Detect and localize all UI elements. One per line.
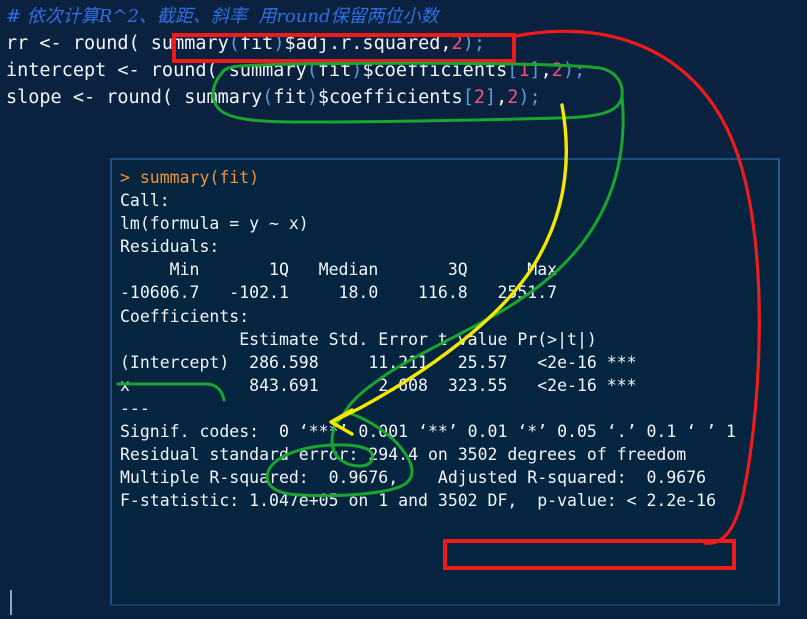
- line-slope-token-10: ): [518, 87, 530, 108]
- line-slope-token-5: [: [462, 87, 474, 108]
- console-output-line: Residual standard error: 294.4 on 3502 d…: [120, 445, 687, 465]
- line-slope-token-4: $coefficients: [317, 87, 463, 108]
- line-slope-token-2: fit: [273, 87, 307, 108]
- line-rr-token-4: $adj.r.squared: [284, 33, 441, 54]
- r-console-pane[interactable]: > summary(fit) Call: lm(formula = y ~ x) Re…: [110, 158, 780, 606]
- line-rr-token-0: rr <- round( summary: [6, 33, 229, 54]
- line-intercept-token-4: $coefficients: [362, 60, 508, 81]
- line-slope-token-1: (: [262, 87, 274, 108]
- code-line-comment[interactable]: # 依次计算R^2、截距、斜率 用round保留两位小数: [6, 3, 807, 30]
- line-rr-token-2: fit: [239, 33, 274, 54]
- code-line-rr[interactable]: rr <- round( summary(fit)$adj.r.squared,…: [6, 30, 807, 57]
- code-line-intercept[interactable]: intercept <- round( summary(fit)$coeffic…: [6, 57, 807, 84]
- console-output-line: Signif. codes: 0 ‘***’ 0.001 ‘**’ 0.01 ‘…: [120, 422, 736, 442]
- console-prompt-line[interactable]: > summary(fit): [120, 166, 778, 189]
- line-slope-token-9: 2: [507, 87, 519, 108]
- text-cursor: [10, 590, 12, 615]
- line-slope-token-3: ): [306, 87, 318, 108]
- line-rr-token-8: ;: [473, 33, 485, 54]
- console-output-line: Min 1Q Median 3Q Max: [120, 260, 558, 280]
- line-rr-token-1: (: [228, 33, 240, 54]
- code-editor-pane[interactable]: # 依次计算R^2、截距、斜率 用round保留两位小数 rr <- round…: [0, 0, 807, 145]
- line-intercept-token-9: 2: [551, 60, 563, 81]
- line-rr-token-5: ,: [440, 33, 452, 54]
- line-intercept-token-7: ]: [529, 60, 541, 81]
- line-rr-token-7: ): [462, 33, 474, 54]
- console-output-line: Residuals:: [120, 237, 220, 257]
- console-output-line: x 843.691 2.608 323.55 <2e-16 ***: [120, 375, 637, 395]
- line-intercept-token-1: (: [306, 60, 318, 81]
- console-output-line: Multiple R-squared: 0.9676, Adjusted R-s…: [120, 468, 707, 488]
- line-intercept-token-10: ): [562, 60, 575, 81]
- console-output-line: F-statistic: 1.047e+05 on 1 and 3502 DF,…: [120, 491, 717, 511]
- line-intercept-token-11: ;: [574, 60, 586, 81]
- line-slope-token-7: ]: [484, 87, 497, 108]
- line-slope-token-0: slope <- round( summary: [6, 87, 263, 108]
- console-output-line: ---: [120, 398, 150, 418]
- app-window: # 依次计算R^2、截距、斜率 用round保留两位小数 rr <- round…: [0, 0, 807, 619]
- line-rr-token-3: ): [273, 33, 285, 54]
- line-intercept-token-6: 1: [518, 60, 530, 81]
- line-intercept-token-0: intercept <- round( summary: [6, 60, 307, 81]
- console-output-line: (Intercept) 286.598 11.211 25.57 <2e-16 …: [120, 352, 637, 372]
- console-output-line: lm(formula = y ~ x): [120, 214, 309, 234]
- line-slope-token-8: ,: [496, 87, 508, 108]
- line-intercept-token-2: fit: [317, 60, 352, 81]
- line-slope-token-11: ;: [529, 87, 541, 108]
- code-line-slope[interactable]: slope <- round( summary(fit)$coefficient…: [6, 84, 807, 111]
- console-output-line: Call:: [120, 191, 170, 211]
- console-output-line: -10606.7 -102.1 18.0 116.8 2551.7: [120, 283, 558, 303]
- line-intercept-token-5: [: [507, 60, 519, 81]
- console-output-line: Coefficients:: [120, 306, 250, 326]
- line-intercept-token-8: ,: [540, 60, 552, 81]
- console-output-line: Estimate Std. Error t value Pr(>|t|): [120, 329, 597, 349]
- line-intercept-token-3: ): [351, 60, 363, 81]
- line-rr-token-6: 2: [451, 33, 463, 54]
- comment-line-token-0: # 依次计算R^2、截距、斜率 用round保留两位小数: [6, 6, 439, 27]
- line-slope-token-6: 2: [473, 87, 485, 108]
